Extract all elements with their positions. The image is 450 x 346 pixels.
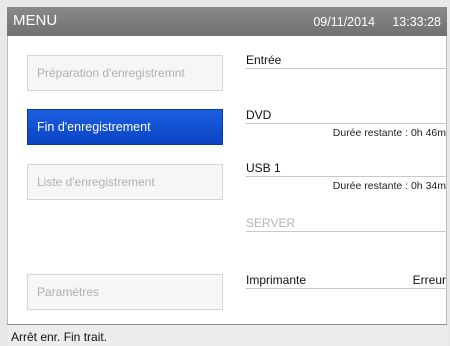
date-display: 09/11/2014: [313, 15, 375, 29]
status-text: Arrêt enr. Fin trait.: [11, 330, 108, 344]
recording-preparation-button[interactable]: Préparation d'enregistremnt: [27, 55, 223, 91]
dvd-section: DVD Durée restante : 0h 46m: [246, 108, 446, 139]
input-label: Entrée: [246, 53, 446, 69]
input-section: Entrée: [246, 53, 446, 69]
parameters-button[interactable]: Paramètres: [27, 274, 223, 310]
dvd-remaining-time: Durée restante : 0h 46m: [332, 127, 446, 139]
status-bar: Arrêt enr. Fin trait.: [7, 324, 447, 346]
dvd-label: DVD: [246, 108, 446, 124]
printer-status: Erreur: [412, 273, 446, 287]
server-label: SERVER: [246, 216, 446, 232]
recording-list-button[interactable]: Liste d'enregistrement: [27, 164, 223, 200]
title-bar: MENU 09/11/2014 13:33:28: [7, 7, 447, 36]
usb-remaining-time: Durée restante : 0h 34m: [332, 180, 446, 192]
printer-row: Imprimante Erreur: [246, 273, 446, 289]
printer-section: Imprimante Erreur: [246, 273, 446, 289]
end-recording-button[interactable]: Fin d'enregistrement: [27, 109, 223, 145]
server-section: SERVER: [246, 216, 446, 232]
menu-panel: Préparation d'enregistremnt Fin d'enregi…: [7, 36, 447, 324]
usb-label: USB 1: [246, 161, 446, 177]
time-display: 13:33:28: [392, 15, 441, 29]
menu-title: MENU: [13, 12, 58, 29]
printer-label: Imprimante: [246, 273, 307, 287]
usb-section: USB 1 Durée restante : 0h 34m: [246, 161, 446, 192]
